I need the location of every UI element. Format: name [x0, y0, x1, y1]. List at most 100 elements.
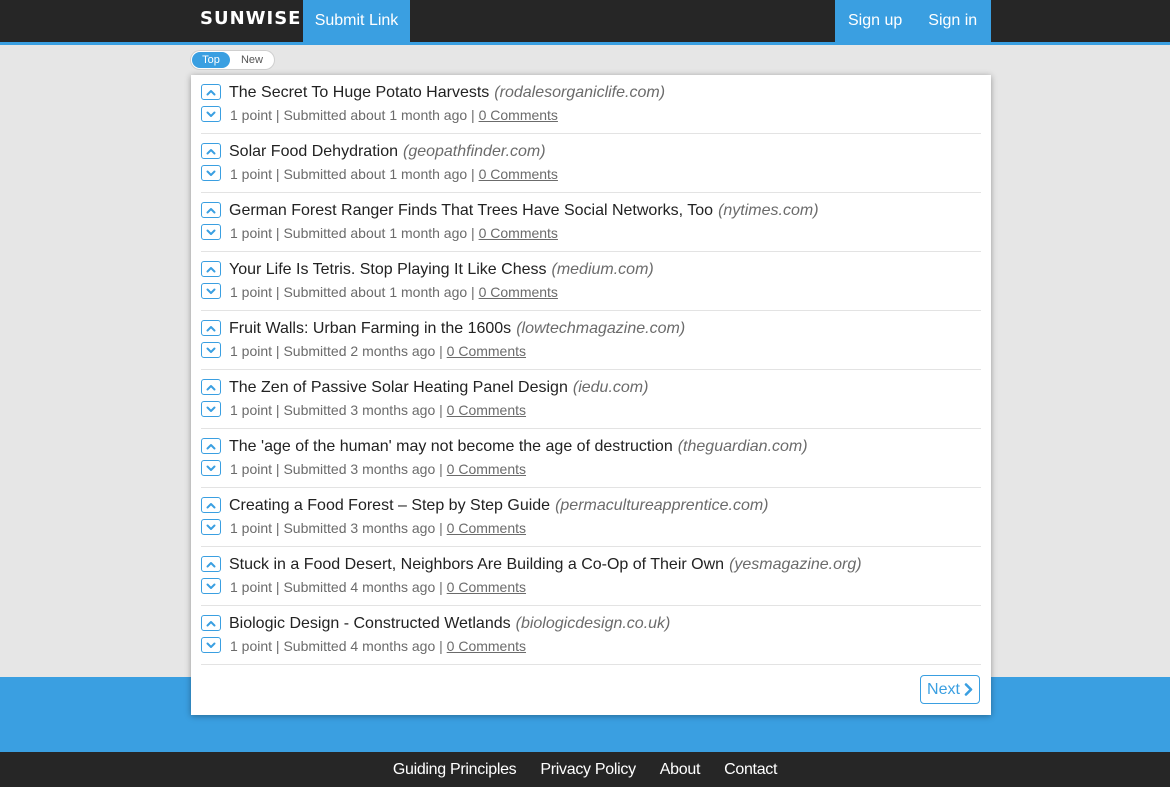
footer-link-guiding-principles[interactable]: Guiding Principles: [393, 761, 517, 779]
site-logo[interactable]: SUNWISE: [200, 8, 301, 29]
meta-separator: |: [435, 402, 447, 418]
upvote-button[interactable]: [201, 143, 221, 159]
sign-in-link[interactable]: Sign in: [928, 12, 977, 30]
upvote-button[interactable]: [201, 556, 221, 572]
upvote-button[interactable]: [201, 202, 221, 218]
chevron-down-icon: [206, 170, 216, 176]
post-points: 1 point: [230, 402, 273, 418]
list-item: The Secret To Huge Potato Harvests (rodal…: [201, 75, 981, 134]
sort-top-option[interactable]: Top: [192, 52, 230, 68]
post-meta: 1 point | Submitted about 1 month ago | …: [230, 165, 558, 183]
downvote-button[interactable]: [201, 224, 221, 240]
downvote-button[interactable]: [201, 637, 221, 653]
downvote-button[interactable]: [201, 283, 221, 299]
post-meta: 1 point | Submitted 4 months ago | 0 Com…: [230, 578, 526, 596]
submit-link-button[interactable]: Submit Link: [303, 0, 410, 42]
upvote-button[interactable]: [201, 379, 221, 395]
post-comments-link[interactable]: 0 Comments: [447, 579, 526, 595]
post-title-link[interactable]: Stuck in a Food Desert, Neighbors Are Bu…: [229, 556, 724, 573]
post-comments-link[interactable]: 0 Comments: [479, 225, 558, 241]
next-page-button[interactable]: Next: [920, 675, 980, 704]
meta-separator: |: [435, 520, 447, 536]
upvote-button[interactable]: [201, 497, 221, 513]
upvote-button[interactable]: [201, 84, 221, 100]
upvote-button[interactable]: [201, 438, 221, 454]
post-comments-link[interactable]: 0 Comments: [479, 284, 558, 300]
post-title-link[interactable]: German Forest Ranger Finds That Trees Ha…: [229, 202, 713, 219]
post-submitted: Submitted about 1 month ago: [283, 284, 468, 300]
post-comments-link[interactable]: 0 Comments: [447, 520, 526, 536]
auth-area: Sign up Sign in: [835, 0, 991, 42]
meta-separator: |: [435, 638, 447, 654]
post-domain: (geopathfinder.com): [402, 143, 546, 160]
list-item: Solar Food Dehydration (geopathfinder.com…: [201, 134, 981, 193]
list-item: Your Life Is Tetris. Stop Playing It Lik…: [201, 252, 981, 311]
downvote-button[interactable]: [201, 165, 221, 181]
footer-link-contact[interactable]: Contact: [724, 761, 777, 779]
chevron-right-icon: [964, 683, 973, 696]
downvote-button[interactable]: [201, 106, 221, 122]
post-list: The Secret To Huge Potato Harvests (rodal…: [201, 75, 981, 665]
post-comments-link[interactable]: 0 Comments: [479, 107, 558, 123]
post-comments-link[interactable]: 0 Comments: [479, 166, 558, 182]
post-title-line: German Forest Ranger Finds That Trees Ha…: [229, 202, 819, 220]
chevron-up-icon: [206, 148, 216, 154]
footer-link-privacy-policy[interactable]: Privacy Policy: [540, 761, 636, 779]
chevron-down-icon: [206, 642, 216, 648]
downvote-button[interactable]: [201, 519, 221, 535]
post-title-line: Your Life Is Tetris. Stop Playing It Lik…: [229, 261, 654, 279]
post-points: 1 point: [230, 579, 273, 595]
chevron-down-icon: [206, 288, 216, 294]
list-item: German Forest Ranger Finds That Trees Ha…: [201, 193, 981, 252]
upvote-button[interactable]: [201, 320, 221, 336]
post-points: 1 point: [230, 107, 273, 123]
meta-separator: |: [272, 638, 284, 654]
post-title-link[interactable]: The Zen of Passive Solar Heating Panel D…: [229, 379, 568, 396]
downvote-button[interactable]: [201, 578, 221, 594]
meta-separator: |: [272, 166, 284, 182]
list-item: The Zen of Passive Solar Heating Panel D…: [201, 370, 981, 429]
post-title-link[interactable]: Your Life Is Tetris. Stop Playing It Lik…: [229, 261, 547, 278]
meta-separator: |: [435, 343, 447, 359]
post-title-link[interactable]: Creating a Food Forest – Step by Step Gu…: [229, 497, 550, 514]
post-submitted: Submitted 4 months ago: [283, 579, 436, 595]
post-comments-link[interactable]: 0 Comments: [447, 638, 526, 654]
post-title-line: The Secret To Huge Potato Harvests (rodal…: [229, 84, 665, 102]
meta-separator: |: [467, 107, 479, 123]
downvote-button[interactable]: [201, 460, 221, 476]
post-title-line: Fruit Walls: Urban Farming in the 1600s (…: [229, 320, 685, 338]
chevron-down-icon: [206, 465, 216, 471]
sign-up-link[interactable]: Sign up: [848, 12, 902, 30]
upvote-button[interactable]: [201, 261, 221, 277]
post-title-link[interactable]: The 'age of the human' may not become th…: [229, 438, 673, 455]
footer-link-about[interactable]: About: [660, 761, 701, 779]
downvote-button[interactable]: [201, 401, 221, 417]
upvote-button[interactable]: [201, 615, 221, 631]
post-points: 1 point: [230, 638, 273, 654]
post-title-link[interactable]: Solar Food Dehydration: [229, 143, 398, 160]
chevron-up-icon: [206, 325, 216, 331]
meta-separator: |: [272, 520, 284, 536]
downvote-button[interactable]: [201, 342, 221, 358]
post-meta: 1 point | Submitted 3 months ago | 0 Com…: [230, 519, 526, 537]
post-domain: (iedu.com): [572, 379, 649, 396]
post-title-link[interactable]: Fruit Walls: Urban Farming in the 1600s: [229, 320, 511, 337]
chevron-up-icon: [206, 266, 216, 272]
list-item: Biologic Design - Constructed Wetlands (b…: [201, 606, 981, 665]
post-title-link[interactable]: Biologic Design - Constructed Wetlands: [229, 615, 511, 632]
post-comments-link[interactable]: 0 Comments: [447, 461, 526, 477]
post-comments-link[interactable]: 0 Comments: [447, 402, 526, 418]
sort-new-option[interactable]: New: [233, 52, 271, 68]
post-title-link[interactable]: The Secret To Huge Potato Harvests: [229, 84, 489, 101]
chevron-down-icon: [206, 229, 216, 235]
post-comments-link[interactable]: 0 Comments: [447, 343, 526, 359]
post-domain: (theguardian.com): [677, 438, 808, 455]
post-submitted: Submitted about 1 month ago: [283, 107, 468, 123]
chevron-up-icon: [206, 89, 216, 95]
post-title-line: The Zen of Passive Solar Heating Panel D…: [229, 379, 648, 397]
chevron-down-icon: [206, 347, 216, 353]
post-domain: (permacultureapprentice.com): [555, 497, 769, 514]
post-meta: 1 point | Submitted 3 months ago | 0 Com…: [230, 460, 526, 478]
list-item: Creating a Food Forest – Step by Step Gu…: [201, 488, 981, 547]
post-submitted: Submitted 4 months ago: [283, 638, 436, 654]
